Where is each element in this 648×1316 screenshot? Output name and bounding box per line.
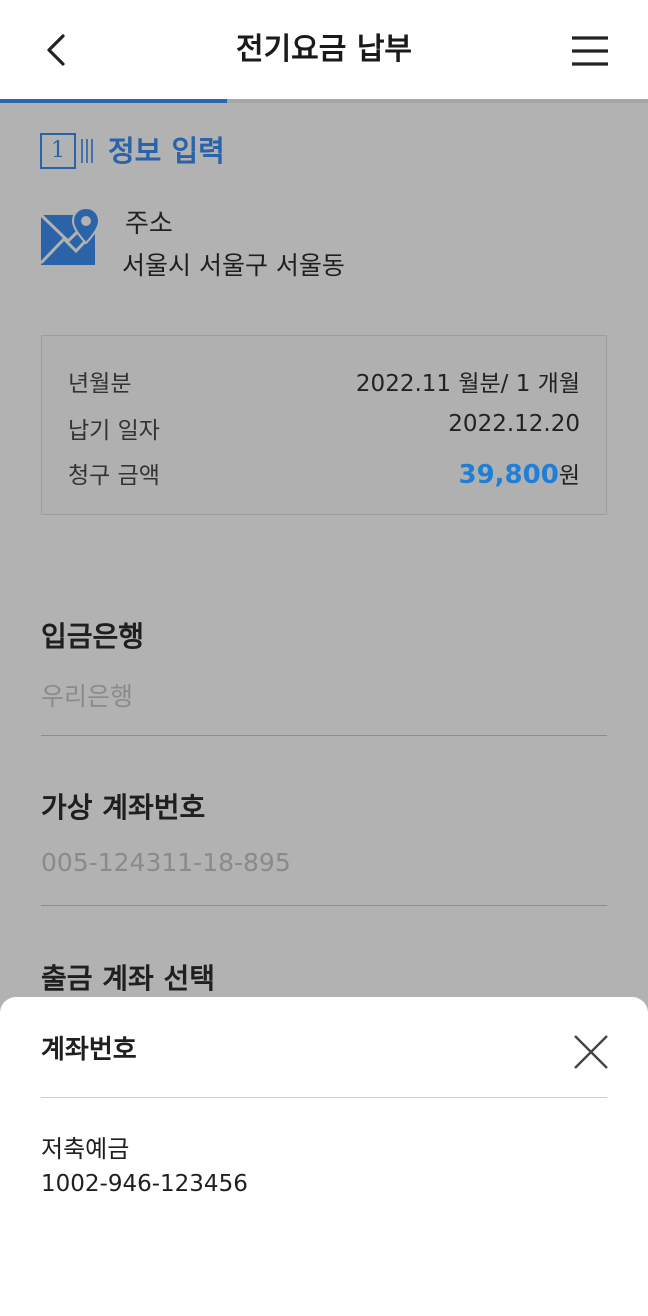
- deposit-bank-label: 입금은행: [41, 620, 145, 653]
- divider: [41, 905, 607, 906]
- address-label: 주소: [125, 209, 173, 239]
- virtual-account-field: 가상 계좌번호 005-124311-18-895: [41, 786, 607, 877]
- step-number: 1: [40, 133, 76, 169]
- withdraw-account-label: 출금 계좌 선택: [41, 962, 216, 995]
- address-value: 서울시 서울구 서울동: [122, 251, 345, 280]
- menu-button[interactable]: [568, 32, 612, 72]
- account-name: 저축예금: [41, 1135, 130, 1163]
- period-label: 년월분: [68, 371, 132, 397]
- due-date-row: 납기 일자 2022.12.20: [68, 411, 580, 447]
- virtual-account-label: 가상 계좌번호: [41, 791, 206, 824]
- close-icon: [574, 1035, 608, 1069]
- amount-unit: 원: [558, 463, 580, 489]
- close-button[interactable]: [572, 1033, 610, 1071]
- bill-info-box: 년월분 2022.11 월분/ 1 개월 납기 일자 2022.12.20 청구…: [41, 335, 607, 515]
- sheet-divider: [41, 1097, 607, 1098]
- deposit-bank-field: 입금은행 우리은행: [41, 615, 607, 713]
- step-bars-icon: [81, 139, 93, 163]
- deposit-bank-value: 우리은행: [41, 682, 134, 711]
- account-select-sheet: 계좌번호 저축예금 1002-946-123456: [0, 997, 648, 1316]
- withdraw-account-field[interactable]: 출금 계좌 선택: [41, 957, 607, 997]
- period-row: 년월분 2022.11 월분/ 1 개월: [68, 364, 580, 400]
- hamburger-menu-icon: [572, 36, 608, 66]
- amount-label: 청구 금액: [68, 463, 160, 489]
- chevron-left-icon: [47, 34, 65, 66]
- step-title: 정보 입력: [108, 134, 225, 168]
- due-date-value: 2022.12.20: [448, 411, 580, 437]
- virtual-account-value: 005-124311-18-895: [41, 848, 291, 877]
- account-number: 1002-946-123456: [41, 1171, 248, 1197]
- amount-value-wrap: 39,800원: [458, 456, 580, 490]
- back-button[interactable]: [36, 28, 80, 72]
- map-location-icon: [40, 207, 101, 265]
- amount-value: 39,800: [458, 460, 559, 490]
- divider: [41, 735, 607, 736]
- app-header: 전기요금 납부: [0, 0, 648, 101]
- due-date-label: 납기 일자: [68, 418, 160, 444]
- period-value: 2022.11 월분/ 1 개월: [355, 371, 580, 397]
- page-title: 전기요금 납부: [235, 32, 413, 67]
- amount-row: 청구 금액 39,800원: [68, 456, 580, 492]
- account-option[interactable]: 저축예금 1002-946-123456: [41, 1125, 607, 1205]
- sheet-title: 계좌번호: [41, 1035, 137, 1065]
